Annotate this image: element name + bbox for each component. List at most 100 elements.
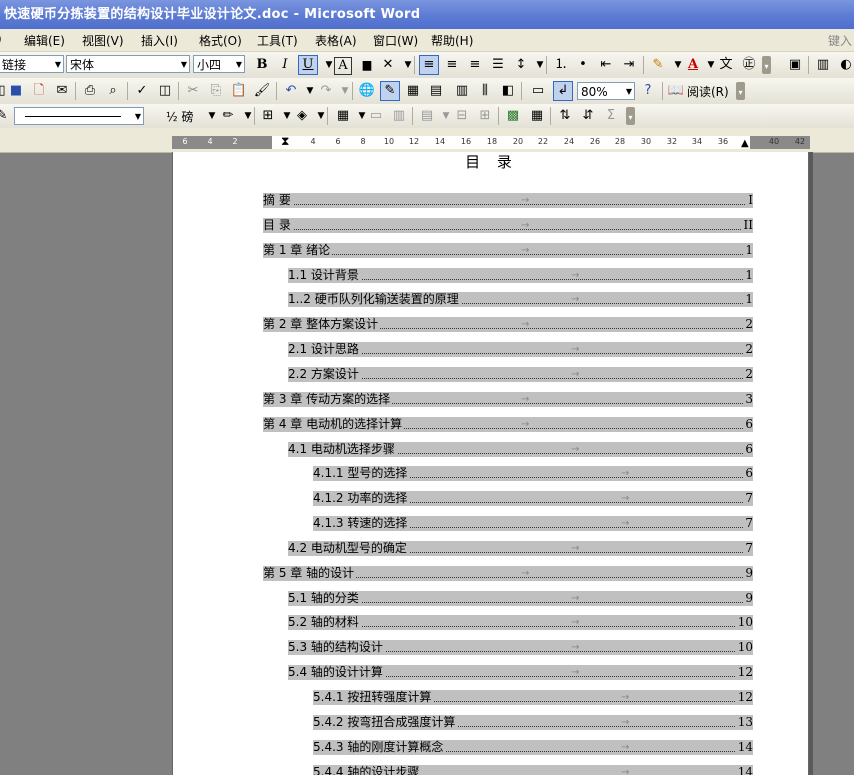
char-border-button[interactable]: A — [334, 57, 352, 75]
paragraph-marks-icon[interactable]: ↲ — [553, 81, 573, 101]
align-justify-icon[interactable]: ≡ — [419, 55, 439, 75]
right-indent-marker[interactable]: ▲ — [741, 138, 749, 150]
show-hide-icon[interactable]: ▭ — [528, 81, 548, 101]
align-center-icon[interactable]: ≡ — [442, 55, 462, 75]
toc-entry[interactable]: → 5.4.1 按扭转强度计算 12 — [313, 690, 753, 705]
ask-question-box[interactable]: 键入 — [828, 32, 852, 49]
toc-entry[interactable]: → 摘 要 I — [263, 193, 753, 208]
menu-help[interactable]: 帮助(H) — [431, 32, 473, 49]
menu-view[interactable]: 视图(V) — [82, 32, 124, 49]
toc-entry[interactable]: → 4.2 电动机型号的确定 7 — [288, 541, 753, 556]
read-icon[interactable]: 📖 — [666, 81, 686, 101]
char-shading-icon[interactable]: ▆ — [357, 55, 377, 75]
split-cells-icon[interactable]: ▥ — [389, 106, 409, 126]
line-spacing-icon[interactable]: ↕ — [511, 55, 531, 75]
bold-button[interactable]: B — [252, 55, 272, 75]
toc-entry[interactable]: → 第 1 章 绪论 1 — [263, 243, 753, 258]
toc-entry[interactable]: → 4.1.1 型号的选择 6 — [313, 466, 753, 481]
research-icon[interactable]: ◫ — [155, 81, 175, 101]
insert-table-small-icon[interactable]: ▦ — [333, 106, 353, 126]
print-icon[interactable]: ⎙ — [80, 81, 100, 101]
style-combo[interactable]: 链接 ▼ — [0, 55, 64, 73]
tables-borders-icon[interactable]: ✎ — [380, 81, 400, 101]
toc-entry[interactable]: → 5.1 轴的分类 9 — [288, 591, 753, 606]
toc-entry[interactable]: → 5.4.3 轴的刚度计算概念 14 — [313, 740, 753, 755]
increase-indent-icon[interactable]: ⇥ — [619, 55, 639, 75]
shading-color-icon[interactable]: ◈ — [292, 106, 312, 126]
drawing-icon[interactable]: ◐ — [836, 55, 854, 75]
toc-entry[interactable]: → 2.2 方案设计 2 — [288, 367, 753, 382]
redo-icon[interactable]: ↷ — [316, 81, 336, 101]
undo-icon[interactable]: ↶ — [281, 81, 301, 101]
cut-icon[interactable]: ✂ — [183, 81, 203, 101]
toolbar-options-icon[interactable]: ▾ — [762, 56, 771, 74]
permission-icon[interactable]: 🗋 — [29, 81, 49, 101]
menu-tools[interactable]: 工具(T) — [257, 32, 298, 49]
columns-icon[interactable]: ▥ — [813, 55, 833, 75]
align-cell-icon[interactable]: ▤ — [417, 106, 437, 126]
scale-dropdown-icon[interactable]: ▼ — [398, 55, 418, 75]
sort-descending-icon[interactable]: ⇵ — [578, 106, 598, 126]
merge-cells-icon[interactable]: ▭ — [366, 106, 386, 126]
bullets-icon[interactable]: • — [573, 55, 593, 75]
toc-entry[interactable]: → 1..2 硬币队列化输送装置的原理 1 — [288, 292, 753, 307]
save-icon[interactable]: ■ — [6, 81, 26, 101]
toc-entry[interactable]: → 5.3 轴的结构设计 10 — [288, 640, 753, 655]
menu-file-fragment[interactable]: ) — [0, 32, 2, 46]
toc-entry[interactable]: → 5.4.4 轴的设计步骤 14 — [313, 765, 753, 775]
format-painter-icon[interactable]: 🖌 — [252, 81, 272, 101]
outside-border-icon[interactable]: ⊞ — [258, 106, 278, 126]
numbering-icon[interactable]: ⒈ — [551, 55, 571, 75]
toc-entry[interactable]: → 5.4.2 按弯扭合成强度计算 13 — [313, 715, 753, 730]
align-right-icon[interactable]: ≡ — [465, 55, 485, 75]
font-combo[interactable]: 宋体 ▼ — [66, 55, 190, 73]
menu-table[interactable]: 表格(A) — [315, 32, 357, 49]
line-style-combo[interactable]: ▼ — [14, 107, 144, 125]
hyperlink-icon[interactable]: 🌐 — [357, 81, 377, 101]
highlight-icon[interactable]: ✎ — [648, 55, 668, 75]
distribute-columns-icon[interactable]: ⊞ — [475, 106, 495, 126]
sort-ascending-icon[interactable]: ⇅ — [555, 106, 575, 126]
toolbar-options-icon[interactable]: ▾ — [736, 82, 745, 100]
enclose-char-icon[interactable]: ㊣ — [739, 55, 759, 75]
distribute-icon[interactable]: ☰ — [488, 55, 508, 75]
menu-insert[interactable]: 插入(I) — [141, 32, 178, 49]
table-autoformat-icon[interactable]: ▩ — [503, 106, 523, 126]
show-gridlines-icon[interactable]: ▦ — [527, 106, 547, 126]
read-button-label[interactable]: 阅读(R) — [687, 83, 729, 100]
insert-table-icon[interactable]: ▦ — [403, 81, 423, 101]
drawing-toggle-icon[interactable]: ⫼ — [475, 81, 495, 101]
char-scale-icon[interactable]: ✕ — [378, 55, 398, 75]
draw-table-icon[interactable]: ✎ — [0, 106, 12, 126]
spelling-icon[interactable]: ✓ — [132, 81, 152, 101]
autosum-button[interactable]: Σ — [601, 106, 621, 126]
font-size-combo[interactable]: 小四 ▼ — [193, 55, 245, 73]
shading-dropdown-icon[interactable]: ▼ — [311, 106, 331, 126]
toc-entry[interactable]: → 5.2 轴的材料 10 — [288, 615, 753, 630]
toc-entry[interactable]: → 2.1 设计思路 2 — [288, 342, 753, 357]
email-icon[interactable]: ✉ — [52, 81, 72, 101]
zoom-combo[interactable]: 80% ▼ — [577, 82, 635, 100]
document-page[interactable]: 目 录 → 摘 要 I → 目 录 II → 第 1 章 绪论 1 → 1.1 设计背景 1 → 1..2… — [172, 152, 809, 775]
copy-icon[interactable]: ⎘ — [206, 81, 226, 101]
distribute-rows-icon[interactable]: ⊟ — [452, 106, 472, 126]
toc-entry[interactable]: → 第 4 章 电动机的选择计算 6 — [263, 417, 753, 432]
toc-entry[interactable]: → 第 3 章 传动方案的选择 3 — [263, 392, 753, 407]
toc-entry[interactable]: → 5.4 轴的设计计算 12 — [288, 665, 753, 680]
italic-button[interactable]: I — [275, 55, 295, 75]
toc-entry[interactable]: → 第 2 章 整体方案设计 2 — [263, 317, 753, 332]
toc-entry[interactable]: → 4.1 电动机选择步骤 6 — [288, 442, 753, 457]
first-line-indent-marker[interactable]: ⧗ — [281, 135, 289, 147]
line-weight-value[interactable]: ½ 磅 — [166, 108, 193, 125]
paste-icon[interactable]: 📋 — [229, 81, 249, 101]
toc-entry[interactable]: → 目 录 II — [263, 218, 753, 233]
toc-entry[interactable]: → 4.1.3 转速的选择 7 — [313, 516, 753, 531]
help-icon[interactable]: ? — [638, 81, 658, 101]
insert-excel-icon[interactable]: ▤ — [426, 81, 446, 101]
menu-edit[interactable]: 编辑(E) — [24, 32, 65, 49]
horizontal-ruler[interactable]: 6 4 2 ⧗ 4 6 8 10 12 14 16 18 20 22 24 26… — [0, 134, 854, 153]
font-color-button[interactable]: A — [683, 55, 703, 75]
border-color-icon[interactable]: ✏ — [218, 106, 238, 126]
toolbar-options-icon[interactable]: ▾ — [626, 107, 635, 125]
phonetic-guide-icon[interactable]: 文 — [716, 55, 736, 75]
